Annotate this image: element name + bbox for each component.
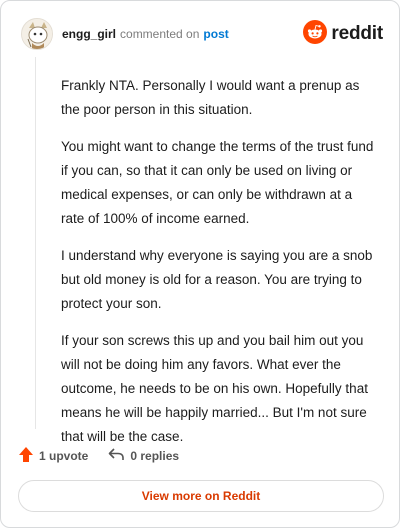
comment-header: engg_girl commented on post reddit bbox=[21, 16, 383, 52]
comment-actions: 1 upvote 0 replies bbox=[18, 445, 179, 467]
reddit-comment-embed: engg_girl commented on post reddit Frank… bbox=[0, 0, 400, 528]
username-link[interactable]: engg_girl bbox=[62, 27, 116, 41]
upvote-button[interactable]: 1 upvote bbox=[18, 446, 88, 466]
reply-count: 0 replies bbox=[130, 449, 180, 463]
avatar-icon[interactable] bbox=[21, 18, 53, 50]
thread-line bbox=[35, 57, 36, 429]
comment-meta: engg_girl commented on post bbox=[62, 27, 229, 41]
reddit-brand[interactable]: reddit bbox=[303, 19, 383, 49]
comment-paragraph: Frankly NTA. Personally I would want a p… bbox=[61, 78, 360, 117]
post-link[interactable]: post bbox=[203, 27, 228, 41]
comment-paragraph: You might want to change the terms of th… bbox=[61, 139, 374, 226]
view-more-button[interactable]: View more on Reddit bbox=[18, 480, 384, 512]
upvote-arrow-icon bbox=[18, 446, 34, 466]
upvote-count: 1 upvote bbox=[39, 449, 89, 463]
comment-body: Frankly NTA. Personally I would want a p… bbox=[61, 74, 379, 462]
replies-button[interactable]: 0 replies bbox=[108, 447, 179, 465]
action-text: commented on bbox=[120, 27, 200, 41]
comment-paragraph: I understand why everyone is saying you … bbox=[61, 248, 373, 311]
reply-icon bbox=[108, 447, 125, 465]
comment-paragraph: If your son screws this up and you bail … bbox=[61, 333, 368, 444]
reddit-wordmark: reddit bbox=[331, 23, 383, 44]
reddit-logo-icon bbox=[303, 19, 328, 49]
